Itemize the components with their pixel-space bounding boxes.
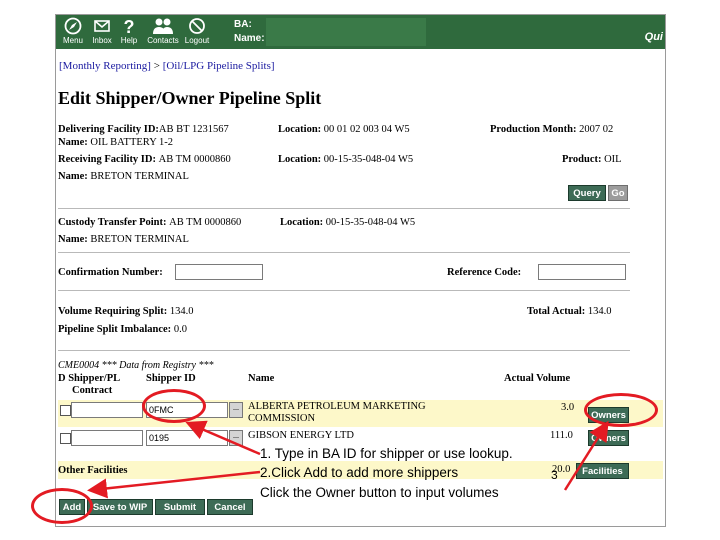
arrow-to-add (87, 470, 261, 499)
annotation-arrows (87, 420, 609, 499)
arrow-to-shipper-id (185, 420, 261, 456)
arrow-to-owners (563, 420, 609, 491)
